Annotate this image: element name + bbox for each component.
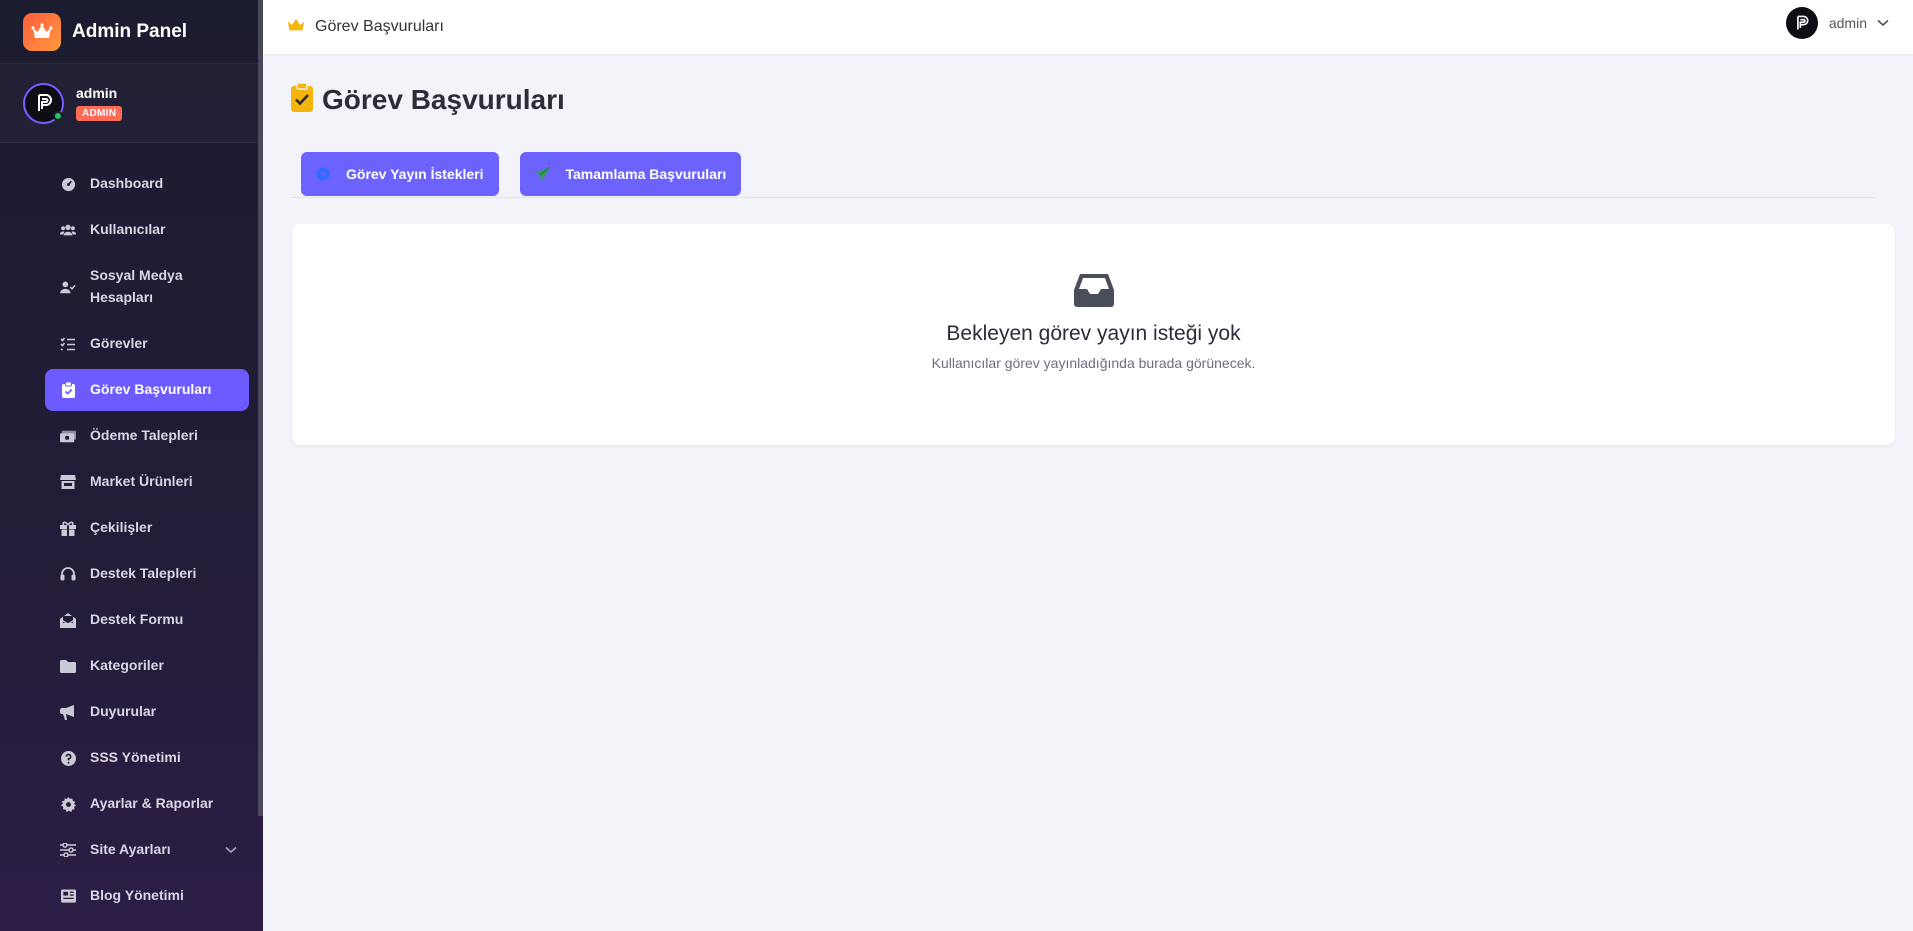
empty-state-subtitle: Kullanıcılar görev yayınladığında burada… [931, 355, 1256, 371]
sidebar-item-label: SSS Yönetimi [90, 749, 181, 765]
sidebar-item-label: Görev Başvuruları [90, 381, 212, 397]
inbox-icon [292, 272, 1895, 308]
sidebar-item-blog-management[interactable]: Blog Yönetimi [45, 875, 249, 917]
brand[interactable]: Admin Panel [0, 0, 263, 64]
sidebar-item-label: Sosyal Medya Hesapları [90, 267, 183, 305]
question-circle-icon [60, 750, 76, 766]
sidebar-item-support-form[interactable]: Destek Formu [45, 599, 249, 641]
tab-bar: Görev Yayın İstekleri Tamamlama Başvurul… [301, 152, 762, 196]
top-user-name: admin [1828, 15, 1867, 31]
sidebar-nav: Dashboard Kullanıcılar Sosyal Medya Hesa… [0, 143, 263, 917]
sidebar-item-label: Kategoriler [90, 657, 164, 673]
sidebar-item-label: Market Ürünleri [90, 473, 193, 489]
users-icon [60, 222, 76, 238]
sidebar-item-label: Çekilişler [90, 519, 153, 535]
newspaper-icon [60, 888, 76, 904]
user-name: admin [76, 85, 118, 101]
sidebar-item-label: Destek Formu [90, 611, 184, 627]
headset-icon [60, 566, 76, 582]
online-indicator [53, 110, 63, 121]
user-check-icon [60, 279, 76, 295]
clipboard-check-icon [290, 82, 314, 117]
tab-label: Görev Yayın İstekleri [346, 166, 484, 182]
envelope-open-icon [60, 612, 76, 628]
sidebar-item-social-accounts[interactable]: Sosyal Medya Hesapları [45, 255, 249, 319]
sidebar-item-tasks[interactable]: Görevler [45, 323, 249, 365]
page-title: Görev Başvuruları [322, 83, 565, 115]
avatar [23, 82, 64, 124]
avatar [1785, 7, 1818, 39]
sidebar-item-announcements[interactable]: Duyurular [45, 691, 249, 733]
folder-icon [60, 658, 76, 674]
chevron-down-icon [1877, 14, 1889, 32]
sidebar-item-task-applications[interactable]: Görev Başvuruları [45, 369, 249, 411]
user-menu[interactable]: admin [1785, 7, 1889, 39]
sidebar-item-label: Dashboard [90, 175, 164, 191]
sidebar-item-label: Destek Talepleri [90, 565, 197, 581]
sidebar-item-label: Site Ayarları [90, 841, 171, 857]
empty-state-title: Bekleyen görev yayın isteği yok [946, 322, 1241, 345]
brand-title: Admin Panel [72, 20, 188, 42]
sidebar-user[interactable]: admin ADMIN [0, 64, 263, 143]
tab-divider [291, 197, 1875, 198]
paper-plane-icon [534, 167, 550, 181]
sidebar-item-giveaways[interactable]: Çekilişler [45, 507, 249, 549]
sidebar-item-label: Ödeme Talepleri [90, 427, 198, 443]
sidebar-item-label: Kullanıcılar [90, 221, 166, 237]
page-header: Görev Başvuruları [290, 82, 565, 117]
main-content: Görev Başvuruları Görev Yayın İstekleri … [263, 54, 1913, 931]
crown-icon [23, 12, 61, 51]
tab-publish-requests[interactable]: Görev Yayın İstekleri [301, 152, 499, 196]
tab-label: Tamamlama Başvuruları [565, 166, 727, 182]
sidebar-item-faq[interactable]: SSS Yönetimi [45, 737, 249, 779]
breadcrumb: Görev Başvuruları [315, 18, 444, 35]
clipboard-check-icon [60, 382, 76, 398]
sidebar-item-label: Blog Yönetimi [90, 887, 184, 903]
circle-icon [316, 167, 330, 181]
sidebar-item-payment-requests[interactable]: Ödeme Talepleri [45, 415, 249, 457]
sidebar-item-label: Görevler [90, 335, 148, 351]
money-icon [60, 428, 76, 444]
sidebar-item-dashboard[interactable]: Dashboard [45, 163, 249, 205]
crown-icon [287, 18, 305, 37]
tab-completion-applications[interactable]: Tamamlama Başvuruları [519, 152, 742, 196]
empty-state-card: Bekleyen görev yayın isteği yok Kullanıc… [292, 224, 1895, 445]
gift-icon [60, 520, 76, 536]
sidebar-item-site-settings[interactable]: Site Ayarları [45, 829, 249, 871]
sidebar-item-users[interactable]: Kullanıcılar [45, 209, 249, 251]
sliders-icon [60, 842, 76, 858]
sidebar-item-support-tickets[interactable]: Destek Talepleri [45, 553, 249, 595]
sidebar: Admin Panel admin ADMIN Dashboard Kullan… [0, 0, 263, 931]
sidebar-item-settings-reports[interactable]: Ayarlar & Raporlar [45, 783, 249, 825]
sidebar-item-label: Ayarlar & Raporlar [90, 795, 214, 811]
megaphone-icon [60, 704, 76, 720]
sidebar-item-categories[interactable]: Kategoriler [45, 645, 249, 687]
topbar: Görev Başvuruları admin [263, 0, 1913, 54]
dashboard-icon [60, 176, 76, 192]
gear-icon [60, 796, 76, 812]
store-icon [60, 474, 76, 490]
role-badge: ADMIN [76, 106, 123, 121]
sidebar-item-market-products[interactable]: Market Ürünleri [45, 461, 249, 503]
chevron-down-icon[interactable] [225, 841, 237, 857]
sidebar-item-label: Duyurular [90, 703, 157, 719]
list-check-icon [60, 336, 76, 352]
